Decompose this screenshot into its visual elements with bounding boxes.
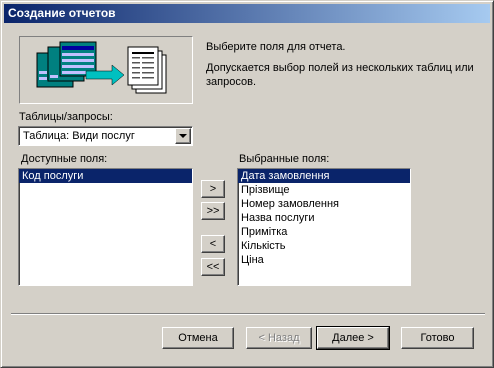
selected-fields-list[interactable]: Дата замовлення Прізвище Номер замовленн… <box>237 168 411 286</box>
instruction-text: Выберите поля для отчета. <box>206 41 346 53</box>
finish-button[interactable]: Готово <box>401 327 474 349</box>
list-item[interactable]: Примітка <box>238 225 410 239</box>
remove-all-fields-button[interactable]: << <box>201 258 225 276</box>
tables-queries-combo[interactable]: Таблица: Види послуг <box>18 126 193 146</box>
instruction-subtext: Допускается выбор полей из нескольких та… <box>206 62 474 88</box>
list-item[interactable]: Кількість <box>238 239 410 253</box>
report-wizard-picture-icon <box>36 41 167 94</box>
selected-fields-label: Выбранные поля: <box>239 153 330 165</box>
available-fields-list[interactable]: Код послуги <box>18 168 193 286</box>
window-title: Создание отчетов <box>8 6 116 20</box>
list-item[interactable]: Номер замовлення <box>238 197 410 211</box>
list-item[interactable]: Назва послуги <box>238 211 410 225</box>
cancel-button[interactable]: Отмена <box>162 327 234 349</box>
tables-queries-label: Таблицы/запросы: <box>19 111 113 123</box>
list-item[interactable]: Прізвище <box>238 183 410 197</box>
list-item[interactable]: Код послуги <box>19 169 192 183</box>
title-bar[interactable]: Создание отчетов <box>4 4 490 23</box>
list-item[interactable]: Дата замовлення <box>238 169 410 183</box>
report-wizard-window: Создание отчетов Выберите поля для отчет… <box>0 0 494 368</box>
list-item[interactable]: Ціна <box>238 253 410 267</box>
available-fields-label: Доступные поля: <box>21 153 108 165</box>
add-field-button[interactable]: > <box>201 180 225 198</box>
next-button[interactable]: Далее > <box>316 326 390 350</box>
wizard-illustration <box>19 36 193 104</box>
back-button[interactable]: < Назад <box>246 327 312 349</box>
tables-queries-value: Таблица: Види послуг <box>23 130 135 142</box>
remove-field-button[interactable]: < <box>201 235 225 253</box>
footer-separator <box>11 313 485 315</box>
add-all-fields-button[interactable]: >> <box>201 202 225 220</box>
dropdown-arrow-icon[interactable] <box>175 128 191 144</box>
